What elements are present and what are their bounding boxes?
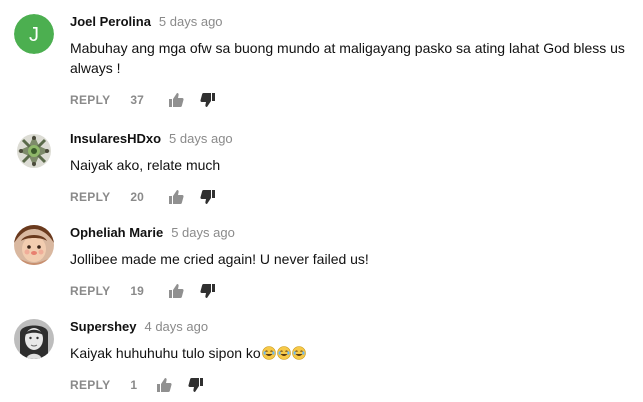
comment-author[interactable]: Opheliah Marie: [70, 225, 163, 240]
comment-actions: REPLY 1: [70, 377, 630, 393]
reply-button[interactable]: REPLY: [70, 284, 110, 298]
comment-actions: REPLY 37: [70, 92, 630, 108]
comment-header: Joel Perolina 5 days ago: [70, 14, 630, 30]
comment-time[interactable]: 5 days ago: [169, 131, 233, 146]
thumbs-up-icon[interactable]: [168, 283, 184, 299]
comment-header: Supershey 4 days ago: [70, 319, 630, 335]
thumbs-down-icon[interactable]: [200, 189, 216, 205]
woman-photo-avatar-icon[interactable]: [14, 319, 54, 359]
thumbs-down-icon[interactable]: [200, 92, 216, 108]
thumbs-up-icon[interactable]: [168, 189, 184, 205]
laughing-crying-emoji-icon: [261, 345, 306, 361]
girl-photo-avatar-icon[interactable]: [14, 225, 54, 265]
comment-text-content: Kaiyak huhuhuhu tulo sipon ko: [70, 345, 261, 361]
like-count: 20: [130, 190, 144, 204]
comment-author[interactable]: Supershey: [70, 319, 136, 334]
comment-header: Opheliah Marie 5 days ago: [70, 225, 630, 241]
comment-time[interactable]: 4 days ago: [144, 319, 208, 334]
comment-author[interactable]: Joel Perolina: [70, 14, 151, 29]
reply-button[interactable]: REPLY: [70, 378, 110, 392]
like-count: 1: [130, 378, 138, 392]
thumbs-up-icon[interactable]: [156, 377, 172, 393]
comment-header: InsularesHDxo 5 days ago: [70, 131, 630, 147]
comment-time[interactable]: 5 days ago: [159, 14, 223, 29]
reply-button[interactable]: REPLY: [70, 190, 110, 204]
comment-time[interactable]: 5 days ago: [171, 225, 235, 240]
ornament-avatar-icon[interactable]: [14, 131, 54, 171]
like-count: 37: [130, 93, 144, 107]
comment-text: Jollibee made me cried again! U never fa…: [70, 251, 369, 267]
comment-actions: REPLY 19: [70, 283, 630, 299]
letter-avatar-icon[interactable]: J: [14, 14, 54, 54]
comment-text: Kaiyak huhuhuhu tulo sipon ko: [70, 343, 630, 363]
comment-author[interactable]: InsularesHDxo: [70, 131, 161, 146]
like-count: 19: [130, 284, 144, 298]
thumbs-down-icon[interactable]: [188, 377, 204, 393]
thumbs-down-icon[interactable]: [200, 283, 216, 299]
comment-actions: REPLY 20: [70, 189, 630, 205]
comment-text: Naiyak ako, relate much: [70, 157, 221, 173]
comment-text: Mabuhay ang mga ofw sa buong mundo at ma…: [70, 40, 625, 76]
reply-button[interactable]: REPLY: [70, 93, 110, 107]
svg-text:J: J: [29, 24, 39, 46]
thumbs-up-icon[interactable]: [168, 92, 184, 108]
